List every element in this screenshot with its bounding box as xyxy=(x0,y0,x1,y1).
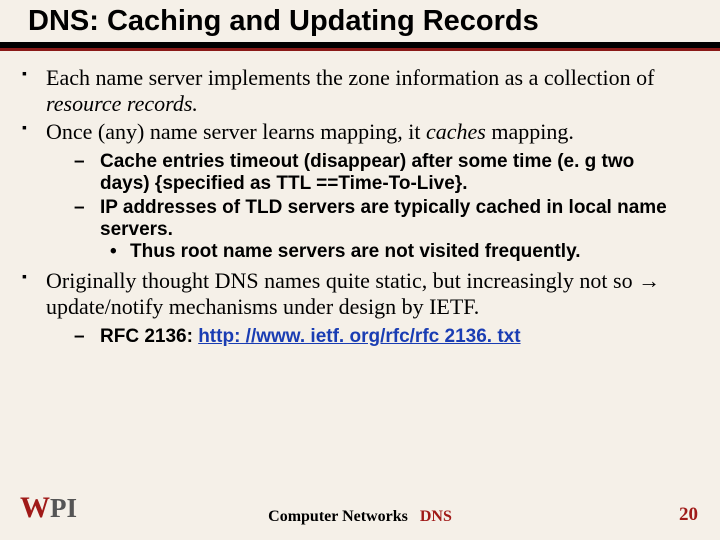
sub-2-text: IP addresses of TLD servers are typicall… xyxy=(100,197,667,240)
footer-topic: DNS xyxy=(420,508,452,525)
bullet-1-emph: resource records. xyxy=(46,91,198,116)
slide-title: DNS: Caching and Updating Records xyxy=(0,0,720,48)
sub-1: Cache entries timeout (disappear) after … xyxy=(100,151,688,196)
bullet-2-text-a: Once (any) name server learns mapping, i… xyxy=(46,119,426,144)
slide: DNS: Caching and Updating Records Each n… xyxy=(0,0,720,540)
bullet-3-text-a: Originally thought DNS names quite stati… xyxy=(46,268,638,293)
bullet-3-text-b: update/notify mechanisms under design by… xyxy=(46,294,479,319)
sub-1-brace: {specified as TTL ==Time-To-Live} xyxy=(155,173,462,194)
subsub-1-text: Thus root name servers are not visited f… xyxy=(130,241,581,262)
sub-3: RFC 2136: http: //www. ietf. org/rfc/rfc… xyxy=(100,326,688,348)
bullet-2-emph: caches xyxy=(426,119,486,144)
bullet-1: Each name server implements the zone inf… xyxy=(46,65,688,117)
rfc-link[interactable]: http: //www. ietf. org/rfc/rfc 2136. txt xyxy=(198,326,520,347)
footer-course: Computer Networks xyxy=(268,508,408,525)
slide-body: Each name server implements the zone inf… xyxy=(0,51,720,348)
bullet-2: Once (any) name server learns mapping, i… xyxy=(46,119,688,264)
sub-3-text: RFC 2136: xyxy=(100,326,198,347)
bullet-2-text-b: mapping. xyxy=(486,119,574,144)
footer-center: Computer Networks DNS xyxy=(0,508,720,526)
arrow-icon: → xyxy=(638,268,660,293)
sub-2: IP addresses of TLD servers are typicall… xyxy=(100,197,688,264)
page-number: 20 xyxy=(679,504,698,526)
bullet-3: Originally thought DNS names quite stati… xyxy=(46,268,688,348)
sub-1-dot: . xyxy=(462,173,467,194)
subsub-1: Thus root name servers are not visited f… xyxy=(130,241,688,263)
bullet-1-text: Each name server implements the zone inf… xyxy=(46,65,654,90)
